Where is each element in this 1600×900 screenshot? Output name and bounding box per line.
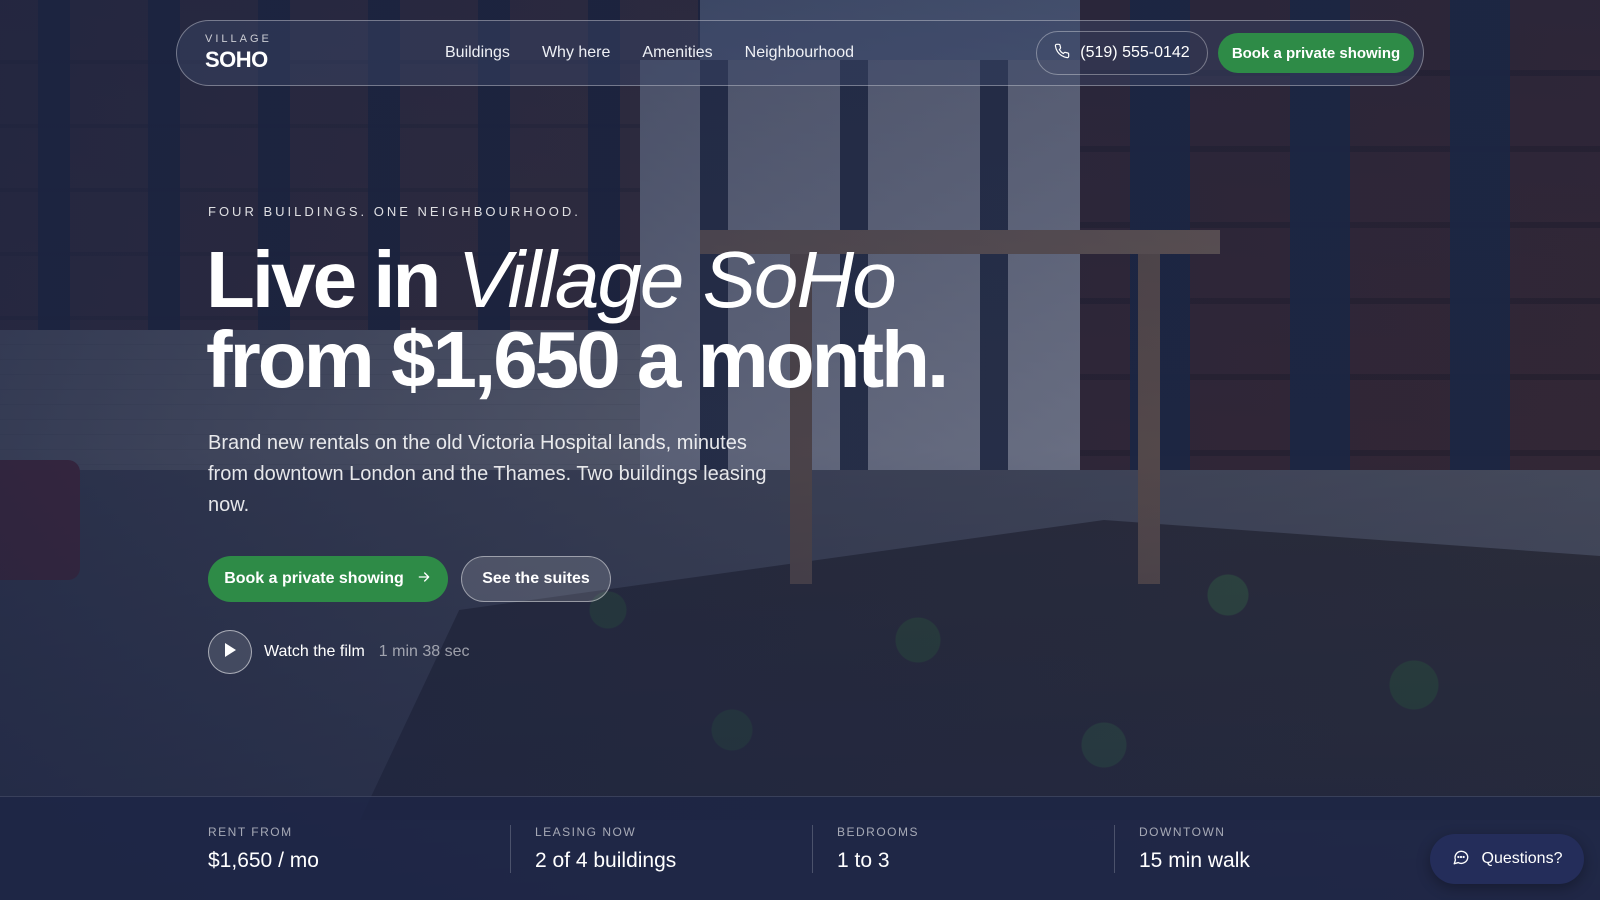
stat-downtown: DOWNTOWN 15 min walk <box>1139 825 1250 873</box>
stat-divider <box>1114 825 1115 873</box>
nav-link-why-here[interactable]: Why here <box>542 44 610 62</box>
headline-part-1: Live in <box>206 235 458 324</box>
stat-value: 2 of 4 buildings <box>535 849 677 872</box>
headline-italic: Village SoHo <box>457 235 897 324</box>
play-icon <box>223 642 237 663</box>
top-navigation: VILLAGE SOHO Buildings Why here Amenitie… <box>176 20 1424 86</box>
stat-value: 15 min walk <box>1139 849 1250 872</box>
phone-button[interactable]: (519) 555-0142 <box>1036 31 1208 75</box>
stat-label: LEASING NOW <box>535 825 637 839</box>
stat-rent: RENT FROM $1,650 / mo <box>208 825 319 873</box>
hero-headline: Live in Village SoHo from $1,650 a month… <box>206 240 949 400</box>
watch-film-label[interactable]: Watch the film <box>264 643 365 661</box>
book-showing-button[interactable]: Book a private showing <box>208 556 448 602</box>
brand-logo-top: VILLAGE <box>205 33 272 45</box>
brand-logo[interactable]: VILLAGE SOHO <box>205 33 272 73</box>
stat-value: 1 to 3 <box>837 849 890 872</box>
book-showing-label: Book a private showing <box>224 570 404 587</box>
arrow-right-icon <box>416 569 432 590</box>
stat-label: DOWNTOWN <box>1139 825 1226 839</box>
stat-divider <box>510 825 511 873</box>
stat-value: $1,650 / mo <box>208 849 319 872</box>
play-button[interactable] <box>208 630 252 674</box>
hero-description: Brand new rentals on the old Victoria Ho… <box>208 432 767 516</box>
questions-label: Questions? <box>1481 850 1563 867</box>
stat-label: RENT FROM <box>208 825 293 839</box>
see-suites-button[interactable]: See the suites <box>461 556 611 602</box>
phone-icon <box>1054 43 1070 64</box>
stats-bar: RENT FROM $1,650 / mo LEASING NOW 2 of 4… <box>0 796 1600 900</box>
stat-label: BEDROOMS <box>837 825 920 839</box>
stat-divider <box>812 825 813 873</box>
chat-bubble-icon <box>1452 848 1470 871</box>
phone-number: (519) 555-0142 <box>1080 44 1190 61</box>
stat-leasing: LEASING NOW 2 of 4 buildings <box>535 825 676 873</box>
nav-link-buildings[interactable]: Buildings <box>445 44 510 62</box>
headline-part-2: from $1,650 a month. <box>206 315 949 404</box>
nav-link-neighbourhood[interactable]: Neighbourhood <box>745 44 854 62</box>
hero-eyebrow: FOUR BUILDINGS. ONE NEIGHBOURHOOD. <box>208 204 581 219</box>
brand-logo-main: SOHO <box>205 47 268 72</box>
nav-link-amenities[interactable]: Amenities <box>642 44 712 62</box>
questions-chat-button[interactable]: Questions? <box>1430 834 1584 884</box>
book-showing-nav-button[interactable]: Book a private showing <box>1218 33 1414 73</box>
nav-links: Buildings Why here Amenities Neighbourho… <box>445 21 854 85</box>
film-duration: 1 min 38 sec <box>378 643 470 660</box>
stat-bedrooms: BEDROOMS 1 to 3 <box>837 825 919 873</box>
watch-film: Watch the film 1 min 38 sec <box>208 630 469 674</box>
